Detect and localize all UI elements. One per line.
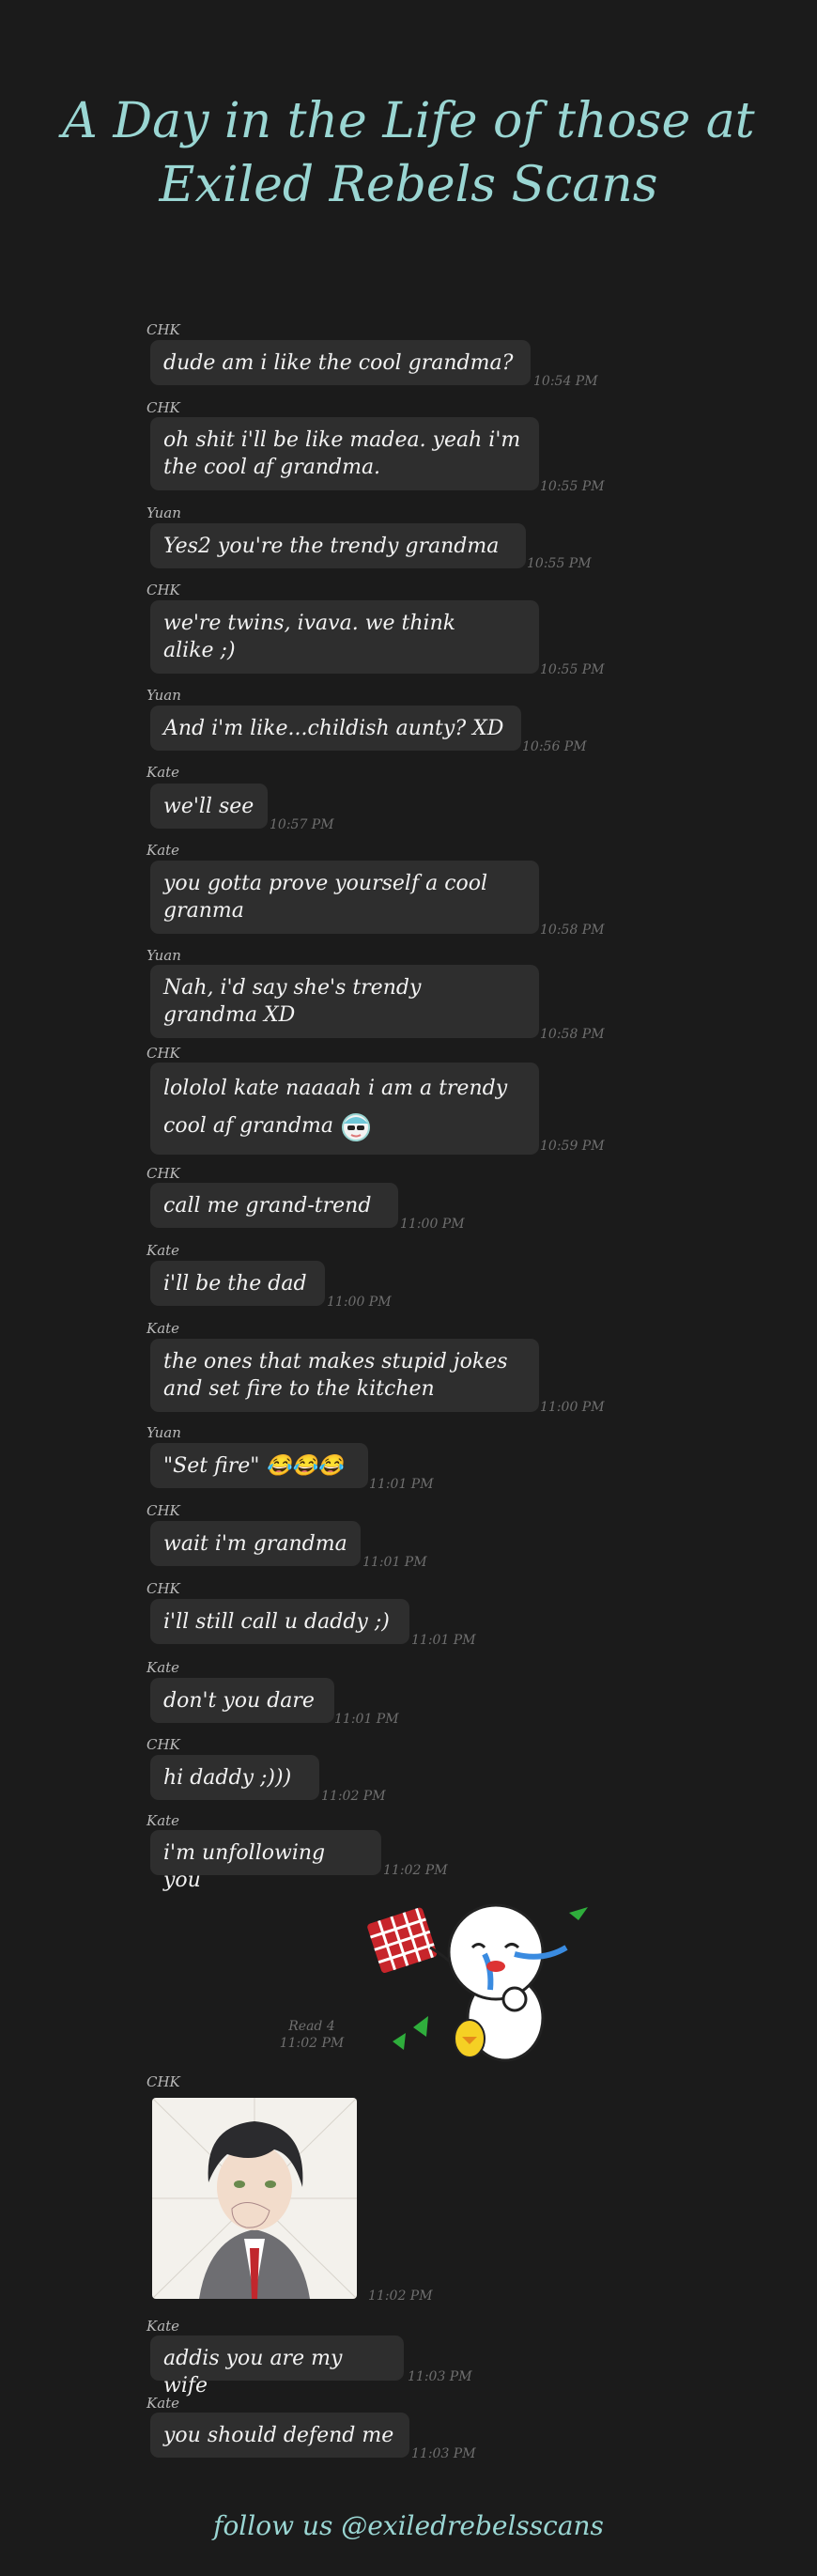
sender-name: Kate — [146, 1320, 180, 1337]
sender-name: CHK — [146, 1045, 180, 1062]
sender-name: Yuan — [146, 687, 181, 704]
message-time: 10:57 PM — [270, 817, 334, 832]
message-bubble: hi daddy ;))) — [150, 1755, 319, 1800]
message-time: 10:55 PM — [540, 479, 605, 494]
read-receipt: Read 4 11:02 PM — [274, 2018, 349, 2052]
message-text: i'll be the dad — [163, 1272, 307, 1296]
message-text: dude am i like the cool grandma? — [163, 351, 514, 375]
message-text: lololol kate naaaah i am a trendy — [163, 1077, 508, 1100]
message-time: 10:55 PM — [527, 556, 592, 571]
sender-name: Yuan — [146, 504, 181, 521]
anime-character-image[interactable] — [152, 2098, 357, 2299]
message-text: addis you are my wife — [163, 2347, 343, 2398]
message-time: 11:02 PM — [383, 1863, 448, 1878]
sender-name: CHK — [146, 582, 180, 598]
message-time: 11:01 PM — [369, 1477, 434, 1492]
message-text: oh shit i'll be like madea. yeah i'm — [163, 428, 521, 452]
message-bubble: oh shit i'll be like madea. yeah i'm the… — [150, 417, 539, 490]
message-text: i'll still call u daddy ;) — [163, 1610, 390, 1634]
sender-name: CHK — [146, 1736, 180, 1753]
message-bubble: you gotta prove yourself a cool granma — [150, 861, 539, 934]
message-time: 10:56 PM — [522, 739, 587, 754]
message-time: 10:54 PM — [533, 374, 598, 389]
message-time: 11:02 PM — [368, 2289, 433, 2304]
message-text: grandma XD — [163, 1003, 296, 1027]
message-time: 11:00 PM — [327, 1295, 392, 1310]
crying-sticker-image — [367, 1903, 588, 2062]
message-time: 11:03 PM — [411, 2446, 476, 2461]
message-text: the ones that makes stupid jokes — [163, 1350, 508, 1373]
sender-name: CHK — [146, 321, 180, 338]
message-text: "Set fire" 😂😂😂 — [163, 1454, 344, 1478]
message-text: you gotta prove yourself a cool — [163, 872, 488, 895]
message-time: 11:03 PM — [408, 2369, 472, 2384]
message-text: hi daddy ;))) — [163, 1766, 292, 1790]
message-time: 10:59 PM — [540, 1139, 605, 1154]
message-time: 11:00 PM — [400, 1217, 465, 1232]
sender-name: CHK — [146, 1580, 180, 1597]
message-bubble: Nah, i'd say she's trendy grandma XD — [150, 965, 539, 1038]
message-text: i'm unfollowing you — [163, 1841, 326, 1892]
sender-name: CHK — [146, 1165, 180, 1182]
message-text: and set fire to the kitchen — [163, 1377, 435, 1401]
message-bubble: you should defend me — [150, 2413, 409, 2458]
message-bubble: call me grand-trend — [150, 1183, 398, 1228]
message-bubble: we're twins, ivava. we think alike ;) — [150, 600, 539, 674]
sender-name: Kate — [146, 842, 180, 859]
message-text: we'll see — [163, 795, 254, 818]
message-text: And i'm like...childish aunty? XD — [163, 717, 504, 740]
message-time: 10:58 PM — [540, 923, 605, 938]
character-illustration — [152, 2098, 357, 2299]
message-text: don't you dare — [163, 1689, 315, 1713]
message-bubble: i'll be the dad — [150, 1261, 325, 1306]
message-time: 11:02 PM — [321, 1789, 386, 1804]
message-time: 11:01 PM — [362, 1555, 427, 1570]
message-bubble: i'll still call u daddy ;) — [150, 1599, 409, 1644]
sender-name: CHK — [146, 399, 180, 416]
sender-name: Kate — [146, 2395, 180, 2412]
sender-name: Kate — [146, 1812, 180, 1829]
message-time: 11:02 PM — [279, 2036, 345, 2051]
footer-follow-link[interactable]: follow us @exiledrebelsscans — [0, 2510, 817, 2541]
message-bubble: "Set fire" 😂😂😂 — [150, 1443, 368, 1488]
message-text: call me grand-trend — [163, 1194, 372, 1218]
message-bubble: wait i'm grandma — [150, 1521, 361, 1566]
message-bubble: Yes2 you're the trendy grandma — [150, 523, 526, 568]
title-line-1: A Day in the Life of those at — [62, 93, 755, 149]
message-time: 11:00 PM — [540, 1400, 605, 1415]
message-time: 11:01 PM — [411, 1633, 476, 1648]
message-bubble: And i'm like...childish aunty? XD — [150, 706, 521, 751]
message-text: you should defend me — [163, 2424, 394, 2447]
sender-name: Yuan — [146, 947, 181, 964]
page-title: A Day in the Life of those at Exiled Reb… — [0, 90, 817, 217]
title-line-2: Exiled Rebels Scans — [159, 156, 658, 213]
sender-name: CHK — [146, 1502, 180, 1519]
message-time: 11:01 PM — [334, 1712, 399, 1727]
sender-name: CHK — [146, 2073, 180, 2090]
message-bubble: the ones that makes stupid jokes and set… — [150, 1339, 539, 1412]
sender-name: Kate — [146, 764, 180, 781]
message-bubble: addis you are my wife — [150, 2335, 404, 2398]
message-bubble: dude am i like the cool grandma? — [150, 340, 531, 385]
sender-name: Kate — [146, 1242, 180, 1259]
message-bubble: lololol kate naaaah i am a trendy cool a… — [150, 1063, 539, 1155]
message-text: the cool af grandma. — [163, 456, 381, 479]
message-text: alike ;) — [163, 639, 236, 662]
message-bubble: we'll see — [150, 784, 268, 829]
message-text: Yes2 you're the trendy grandma — [163, 535, 500, 558]
message-time: 10:55 PM — [540, 662, 605, 677]
message-bubble: i'm unfollowing you — [150, 1830, 381, 1892]
sender-name: Kate — [146, 1659, 180, 1676]
message-text: cool af grandma — [163, 1114, 334, 1138]
message-time: 10:58 PM — [540, 1027, 605, 1042]
message-text: we're twins, ivava. we think — [163, 612, 456, 635]
message-bubble: don't you dare — [150, 1678, 334, 1723]
read-count: Read 4 — [288, 2019, 335, 2034]
sender-name: Kate — [146, 2318, 180, 2335]
sender-name: Yuan — [146, 1424, 181, 1441]
message-text: granma — [163, 899, 244, 923]
message-text: Nah, i'd say she's trendy — [163, 976, 422, 1000]
message-text: wait i'm grandma — [163, 1532, 347, 1556]
sunglasses-face-emoji-icon — [342, 1113, 371, 1141]
